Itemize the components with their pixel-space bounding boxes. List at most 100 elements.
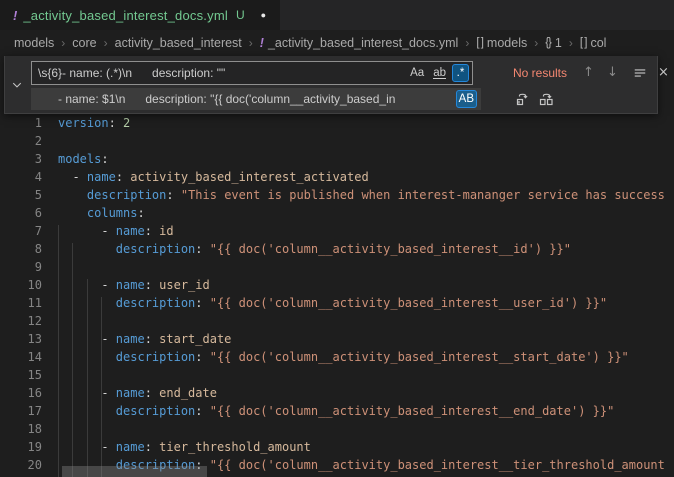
breadcrumb-separator-icon: ›: [249, 36, 253, 50]
code-line[interactable]: 15: [0, 366, 674, 384]
line-number: 4: [0, 168, 42, 186]
code-line[interactable]: 16 - name: end_date: [0, 384, 674, 402]
close-find-widget-button[interactable]: ×: [654, 63, 673, 82]
code-line-text: description: "{{ doc('column__activity_b…: [58, 294, 607, 312]
code-line[interactable]: 6 columns:: [0, 204, 674, 222]
line-number: 7: [0, 222, 42, 240]
previous-match-button[interactable]: ↑: [579, 63, 598, 82]
code-line-text: description: "{{ doc('column__activity_b…: [58, 348, 629, 366]
vscode-window: ! _activity_based_interest_docs.yml U ● …: [0, 0, 674, 477]
breadcrumb-item-label: models: [487, 36, 527, 50]
symbol-array-icon: [ ]: [476, 37, 483, 49]
code-line[interactable]: 8 description: "{{ doc('column__activity…: [0, 240, 674, 258]
match-case-toggle[interactable]: Aa: [407, 64, 427, 82]
editor-area: 1version: 223models:4 - name: activity_b…: [0, 56, 674, 477]
line-number: 20: [0, 456, 42, 474]
code-line[interactable]: 2: [0, 132, 674, 150]
breadcrumb-item-label: col: [590, 36, 606, 50]
code-line-text: - name: tier_threshold_amount: [58, 438, 311, 456]
tab-active-file[interactable]: ! _activity_based_interest_docs.yml U ●: [0, 0, 280, 30]
breadcrumb-item[interactable]: models: [14, 36, 54, 50]
line-number: 3: [0, 150, 42, 168]
tab-file-name: _activity_based_interest_docs.yml: [23, 8, 228, 23]
line-number: 5: [0, 186, 42, 204]
breadcrumb-separator-icon: ›: [534, 36, 538, 50]
breadcrumb-item[interactable]: [ ] models: [476, 36, 527, 50]
breadcrumb-separator-icon: ›: [61, 36, 65, 50]
line-number: 8: [0, 240, 42, 258]
toggle-replace-chevron-icon[interactable]: [5, 56, 29, 113]
horizontal-scrollbar[interactable]: [62, 466, 207, 477]
regex-toggle[interactable]: .*: [452, 64, 469, 82]
breadcrumb-item[interactable]: [ ]col: [580, 36, 607, 50]
symbol-object-icon: {}: [545, 37, 551, 49]
breadcrumb-item[interactable]: activity_based_interest: [115, 36, 242, 50]
code-line-text: - name: end_date: [58, 384, 217, 402]
code-line[interactable]: 10 - name: user_id: [0, 276, 674, 294]
preserve-case-toggle[interactable]: AB: [456, 90, 477, 108]
line-number: 6: [0, 204, 42, 222]
symbol-array-icon: [ ]: [580, 37, 587, 49]
code-line[interactable]: 4 - name: activity_based_interest_activa…: [0, 168, 674, 186]
line-number: 18: [0, 420, 42, 438]
breadcrumb-item-label: core: [72, 36, 96, 50]
breadcrumb-separator-icon: ›: [465, 36, 469, 50]
code-line-text: - name: id: [58, 222, 174, 240]
line-number: 16: [0, 384, 42, 402]
line-number: 15: [0, 366, 42, 384]
breadcrumb-item[interactable]: {} 1: [545, 36, 562, 50]
code-line-text: version: 2: [58, 114, 130, 132]
code-line[interactable]: 1version: 2: [0, 114, 674, 132]
code-line-text: - name: activity_based_interest_activate…: [58, 168, 369, 186]
breadcrumb-item-label: 1: [555, 36, 562, 50]
git-status-badge: U: [236, 8, 245, 22]
line-number: 9: [0, 258, 42, 276]
find-query-text: \s{6}- name: (.*)\n description: "": [32, 66, 225, 80]
line-number: 17: [0, 402, 42, 420]
breadcrumb: models › core › activity_based_interest › !_ac…: [0, 30, 674, 56]
code-line[interactable]: 9: [0, 258, 674, 276]
line-number: 12: [0, 312, 42, 330]
yaml-file-icon: !: [13, 8, 17, 23]
tab-bar: ! _activity_based_interest_docs.yml U ●: [0, 0, 674, 30]
whole-word-label: ab: [433, 68, 446, 79]
line-number: 14: [0, 348, 42, 366]
line-number: 10: [0, 276, 42, 294]
code-line-text: - name: user_id: [58, 276, 210, 294]
find-input[interactable]: \s{6}- name: (.*)\n description: "" Aa a…: [31, 61, 473, 85]
breadcrumb-separator-icon: ›: [569, 36, 573, 50]
find-results-count: No results: [513, 61, 567, 85]
code-line-text: description: "{{ doc('column__activity_b…: [58, 402, 614, 420]
find-replace-widget: \s{6}- name: (.*)\n description: "" Aa a…: [4, 56, 658, 114]
replace-button[interactable]: [513, 89, 532, 108]
replace-value-text: - name: $1\n description: "{{ doc('colum…: [32, 92, 395, 106]
line-number: 2: [0, 132, 42, 150]
next-match-button[interactable]: ↓: [603, 63, 622, 82]
breadcrumb-item-label: activity_based_interest: [115, 36, 242, 50]
code-line[interactable]: 5 description: "This event is published …: [0, 186, 674, 204]
code-line-text: description: "This event is published wh…: [58, 186, 665, 204]
line-number: 19: [0, 438, 42, 456]
breadcrumb-item[interactable]: !_activity_based_interest_docs.yml: [260, 36, 459, 50]
replace-input[interactable]: - name: $1\n description: "{{ doc('colum…: [31, 88, 481, 110]
code-line-text: columns:: [58, 204, 145, 222]
replace-all-button[interactable]: [537, 89, 556, 108]
code-line[interactable]: 3 models:: [0, 150, 674, 168]
code-line[interactable]: 7 - name: id: [0, 222, 674, 240]
code-line-text: - name: start_date: [58, 330, 231, 348]
line-number: 13: [0, 330, 42, 348]
breadcrumb-item-label: models: [14, 36, 54, 50]
code-line-text: models:: [58, 150, 109, 168]
breadcrumb-separator-icon: ›: [104, 36, 108, 50]
code-line[interactable]: 11 description: "{{ doc('column__activit…: [0, 294, 674, 312]
code-line[interactable]: 17 description: "{{ doc('column__activit…: [0, 402, 674, 420]
code-line[interactable]: 14 description: "{{ doc('column__activit…: [0, 348, 674, 366]
modified-indicator-icon[interactable]: ●: [261, 10, 266, 20]
find-in-selection-button[interactable]: [630, 63, 649, 82]
whole-word-toggle[interactable]: ab: [430, 64, 449, 82]
code-line[interactable]: 13 - name: start_date: [0, 330, 674, 348]
breadcrumb-item[interactable]: core: [72, 36, 96, 50]
code-line[interactable]: 12: [0, 312, 674, 330]
code-line[interactable]: 18: [0, 420, 674, 438]
code-line[interactable]: 19 - name: tier_threshold_amount: [0, 438, 674, 456]
